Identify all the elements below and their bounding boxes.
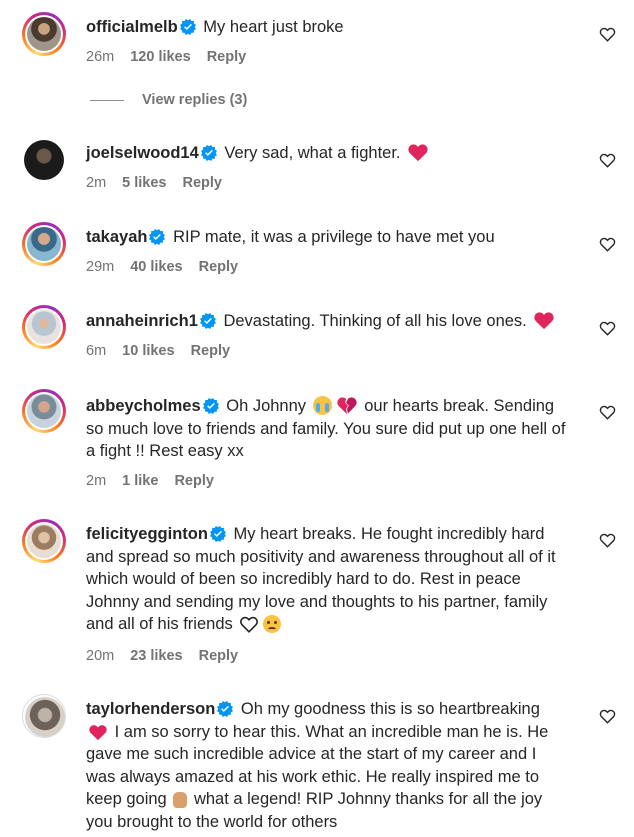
heart-outline-icon[interactable] [599, 152, 616, 168]
reply-button[interactable]: Reply [207, 49, 247, 65]
verified-badge-icon [201, 145, 217, 161]
view-replies-button[interactable]: View replies (3) [90, 92, 247, 108]
broken-heart-emoji [336, 395, 358, 415]
heart-outline-icon[interactable] [599, 708, 616, 724]
red-heart-emoji [88, 723, 108, 741]
heart-outline-icon[interactable] [599, 404, 616, 420]
timestamp: 26m [86, 49, 115, 65]
avatar[interactable] [22, 519, 66, 563]
comment-body: My heart just broke [203, 18, 344, 36]
comment-text: joelselwood14 Very sad, what a fighter. [86, 142, 566, 165]
comment-text: taylorhenderson Oh my goodness this is s… [86, 698, 566, 834]
heart-outline-icon[interactable] [599, 320, 616, 336]
username[interactable]: taylorhenderson [86, 700, 215, 718]
likes-count[interactable]: 23 likes [130, 648, 182, 664]
verified-badge-icon [149, 229, 165, 245]
comment-meta: 6m 10 likes Reply [86, 343, 246, 359]
verified-badge-icon [210, 526, 226, 542]
timestamp: 29m [86, 259, 115, 275]
username[interactable]: officialmelb [86, 18, 178, 36]
sad-face-emoji [263, 615, 282, 634]
comment-text: takayah RIP mate, it was a privilege to … [86, 226, 566, 249]
verified-badge-icon [217, 701, 233, 717]
verified-badge-icon [203, 398, 219, 414]
verified-badge-icon [180, 19, 196, 35]
likes-count[interactable]: 120 likes [130, 49, 190, 65]
avatar[interactable] [22, 389, 66, 433]
likes-count[interactable]: 40 likes [130, 259, 182, 275]
comment-text: annaheinrich1 Devastating. Thinking of a… [86, 310, 566, 333]
likes-count[interactable]: 1 like [122, 473, 158, 489]
reply-button[interactable]: Reply [174, 473, 214, 489]
view-replies-label: View replies (3) [142, 92, 248, 108]
red-heart-emoji [407, 142, 429, 162]
username[interactable]: annaheinrich1 [86, 312, 198, 330]
comment-meta: 2m 5 likes Reply [86, 175, 238, 191]
red-heart-emoji [533, 310, 555, 330]
avatar[interactable] [22, 694, 66, 738]
reply-button[interactable]: Reply [199, 259, 239, 275]
avatar[interactable] [22, 305, 66, 349]
username[interactable]: abbeycholmes [86, 397, 201, 415]
comment-body: RIP mate, it was a privilege to have met… [173, 228, 495, 246]
timestamp: 2m [86, 473, 107, 489]
username[interactable]: takayah [86, 228, 147, 246]
timestamp: 6m [86, 343, 107, 359]
likes-count[interactable]: 10 likes [122, 343, 174, 359]
avatar[interactable] [22, 12, 66, 56]
username[interactable]: joelselwood14 [86, 144, 199, 162]
comment-body: Very sad, what a fighter. [224, 144, 401, 162]
comment-meta: 29m 40 likes Reply [86, 259, 254, 275]
comment-text: felicityegginton My heart breaks. He fou… [86, 523, 566, 636]
username[interactable]: felicityegginton [86, 525, 208, 543]
comment-body: Oh Johnny [226, 397, 307, 415]
heart-outline-icon[interactable] [599, 532, 616, 548]
reply-button[interactable]: Reply [199, 648, 239, 664]
reply-button[interactable]: Reply [191, 343, 231, 359]
comment-meta: 2m 1 like Reply [86, 473, 230, 489]
comment-text: officialmelb My heart just broke [86, 16, 566, 39]
avatar[interactable] [22, 222, 66, 266]
hand-emoji [173, 792, 188, 809]
heart-outline-icon[interactable] [599, 236, 616, 252]
reply-button[interactable]: Reply [183, 175, 223, 191]
divider [90, 99, 124, 101]
white-heart-emoji [239, 615, 259, 633]
comment-meta: 20m 23 likes Reply [86, 648, 254, 664]
avatar[interactable] [22, 138, 66, 182]
timestamp: 20m [86, 648, 115, 664]
comment-meta: 26m 120 likes Reply [86, 49, 262, 65]
comment-body: Devastating. Thinking of all his love on… [223, 312, 527, 330]
heart-outline-icon[interactable] [599, 26, 616, 42]
verified-badge-icon [200, 313, 216, 329]
comment-body: Oh my goodness this is so heartbreaking [240, 700, 540, 718]
timestamp: 2m [86, 175, 107, 191]
comment-text: abbeycholmes Oh Johnny our hearts break.… [86, 395, 566, 463]
crying-face-emoji [312, 396, 332, 415]
likes-count[interactable]: 5 likes [122, 175, 166, 191]
